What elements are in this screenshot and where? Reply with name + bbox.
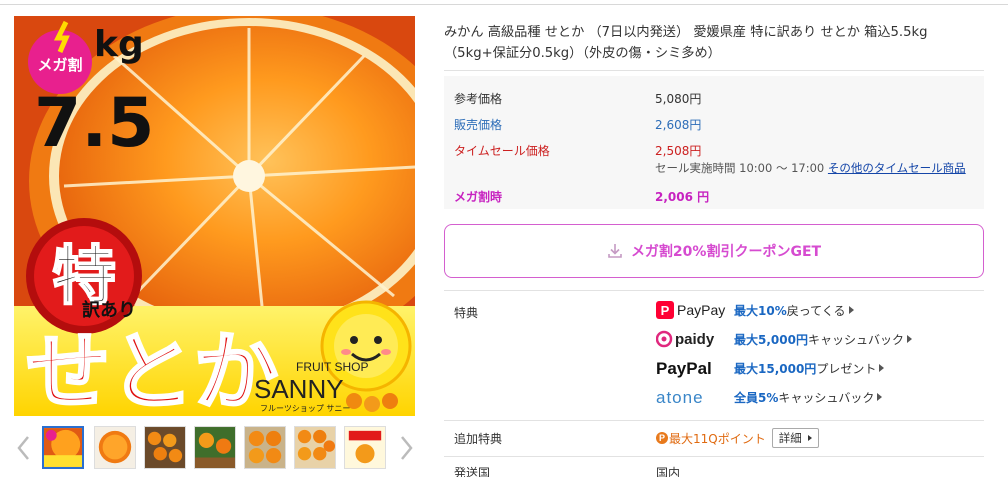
atone-logo-icon: atone (656, 386, 730, 408)
origin-label: 発送国 (454, 466, 491, 477)
thumbnail-6[interactable] (294, 426, 336, 469)
perk-paidy-text: キャッシュバック (807, 332, 904, 347)
svg-text:P: P (661, 303, 670, 318)
thumbnail-strip (14, 424, 415, 472)
perks-label: 特典 (454, 306, 479, 320)
timesale-price-value: 2,508円 (655, 144, 702, 158)
image-weight-value: 7.5 (34, 84, 154, 163)
download-icon (608, 244, 622, 258)
title-divider (444, 70, 984, 71)
mega-price-label: メガ割時 (454, 190, 503, 204)
perk-paypal-highlight: 最大15,000円 (734, 361, 817, 376)
perk-paypal-text: プレゼント (816, 361, 877, 376)
thumbnail-3[interactable] (144, 426, 186, 469)
arrow-right-icon (848, 306, 854, 314)
svg-text:paidy: paidy (675, 331, 715, 348)
thumbnail-1[interactable] (42, 426, 84, 469)
perk-paypal[interactable]: PayPal 最大15,000円 プレゼント (656, 357, 885, 379)
perk-atone[interactable]: atone 全員5% キャッシュバック (656, 386, 883, 408)
product-main-image[interactable]: 特 訳あり kg 7.5 メガ割 せとか FRUIT SHOP SANNY フル… (14, 16, 415, 416)
detail-button[interactable]: 詳細 (771, 428, 819, 448)
perk-paypay-text: 戻ってくる (786, 303, 846, 318)
perks-divider (444, 290, 984, 291)
timesale-hours: セール実施時間 10:00 ～ 17:00 (655, 161, 825, 175)
timesale-price-label: タイムセール価格 (454, 144, 550, 158)
thumbnail-2[interactable] (94, 426, 136, 469)
svg-text:atone: atone (656, 388, 704, 407)
coupon-label: メガ割20%割引クーポンGET (630, 244, 822, 260)
image-shop-kana: フルーツショップ サニー (260, 404, 350, 413)
chevron-right-icon[interactable] (396, 433, 416, 463)
points-icon: P (656, 432, 668, 444)
image-mega-badge: メガ割 (37, 56, 82, 74)
image-weight-unit: kg (94, 24, 144, 65)
product-title: みかん 高級品種 せとか （7日以内発送） 愛媛県産 特に訳あり せとか 箱込5… (444, 25, 928, 61)
svg-text:PayPay: PayPay (677, 302, 725, 318)
reference-price-label: 参考価格 (454, 92, 503, 106)
mega-coupon-button[interactable]: メガ割20%割引クーポンGET (444, 224, 984, 278)
points-text: 最大11Qポイント (669, 431, 766, 446)
timesale-note: セール実施時間 10:00 ～ 17:00 その他のタイムセール商品 (655, 160, 966, 176)
perk-atone-text: キャッシュバック (778, 390, 875, 405)
arrow-right-icon (877, 393, 883, 401)
thumbnail-4[interactable] (194, 426, 236, 469)
other-timesale-link[interactable]: その他のタイムセール商品 (828, 161, 966, 175)
detail-label: 詳細 (778, 431, 802, 445)
sale-price-label: 販売価格 (454, 118, 503, 132)
reference-price-value: 5,080円 (655, 92, 702, 106)
perk-paidy-highlight: 最大5,000円 (734, 332, 808, 347)
arrow-right-icon (807, 435, 812, 441)
origin-value: 国内 (656, 466, 681, 477)
price-table: 参考価格 5,080円 販売価格 2,608円 タイムセール価格 2,508円 … (444, 76, 984, 209)
sale-price-value: 2,608円 (655, 118, 702, 132)
paypay-logo-icon: P PayPay (656, 299, 730, 321)
paidy-logo-icon: paidy (656, 328, 730, 350)
top-divider (0, 4, 1008, 5)
image-product-name: せとか (26, 323, 278, 416)
extra-divider (444, 420, 984, 421)
thumbnail-5[interactable] (244, 426, 286, 469)
svg-text:PayPal: PayPal (656, 359, 712, 378)
paypal-logo-icon: PayPal (656, 357, 730, 379)
arrow-right-icon (906, 335, 912, 343)
perk-paypay-highlight: 最大10% (734, 303, 787, 318)
extra-perks-label: 追加特典 (454, 432, 503, 446)
points-info: P 最大11Qポイント 詳細 (656, 428, 819, 448)
perk-paypay[interactable]: P PayPay 最大10% 戻ってくる (656, 299, 854, 321)
mega-price-value: 2,006 円 (655, 190, 710, 204)
perk-paidy[interactable]: paidy 最大5,000円 キャッシュバック (656, 328, 912, 350)
image-shop-name: SANNY (254, 374, 344, 404)
perk-atone-highlight: 全員5% (734, 390, 779, 405)
thumbnail-7[interactable] (344, 426, 386, 469)
origin-divider (444, 456, 984, 457)
chevron-left-icon[interactable] (14, 433, 34, 463)
image-shop-top: FRUIT SHOP (296, 360, 368, 374)
image-wakeari-text: 訳あり (82, 299, 136, 321)
arrow-right-icon (879, 364, 885, 372)
